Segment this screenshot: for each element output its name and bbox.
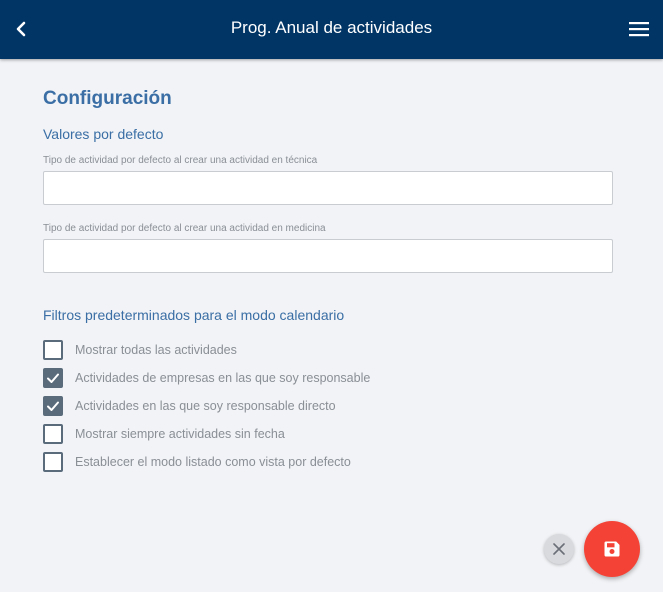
checkbox-label: Actividades de empresas en las que soy r… — [75, 371, 371, 385]
checkmark-icon — [47, 401, 59, 411]
checkbox[interactable] — [43, 396, 63, 416]
page-title: Prog. Anual de actividades — [230, 18, 433, 37]
app-header: Prog. Anual de actividades — [0, 0, 663, 59]
filter-show-all[interactable]: Mostrar todas las actividades — [43, 340, 613, 360]
cancel-button[interactable] — [544, 534, 574, 564]
checkbox[interactable] — [43, 368, 63, 388]
field-group-medicina: Tipo de actividad por defecto al crear u… — [43, 222, 613, 273]
section-title: Configuración — [43, 88, 172, 109]
save-button[interactable] — [584, 521, 640, 577]
close-icon — [553, 543, 565, 555]
activity-type-tecnica-input[interactable] — [43, 171, 613, 205]
filters-list: Mostrar todas las actividades Actividade… — [43, 340, 613, 472]
activity-type-medicina-input[interactable] — [43, 239, 613, 273]
filter-direct-responsible[interactable]: Actividades en las que soy responsable d… — [43, 396, 613, 416]
checkbox[interactable] — [43, 424, 63, 444]
hamburger-menu-icon — [629, 22, 649, 37]
checkmark-icon — [47, 373, 59, 383]
checkbox[interactable] — [43, 452, 63, 472]
filter-companies-responsible[interactable]: Actividades de empresas en las que soy r… — [43, 368, 613, 388]
checkbox-label: Establecer el modo listado como vista po… — [75, 455, 351, 469]
checkbox[interactable] — [43, 340, 63, 360]
checkbox-label: Actividades en las que soy responsable d… — [75, 399, 336, 413]
field-group-tecnica: Tipo de actividad por defecto al crear u… — [43, 154, 613, 205]
checkbox-label: Mostrar todas las actividades — [75, 343, 237, 357]
field-label-medicina: Tipo de actividad por defecto al crear u… — [43, 223, 326, 234]
checkbox-label: Mostrar siempre actividades sin fecha — [75, 427, 285, 441]
filters-title: Filtros predeterminados para el modo cal… — [43, 307, 345, 323]
filter-list-default-view[interactable]: Establecer el modo listado como vista po… — [43, 452, 613, 472]
filter-show-undated[interactable]: Mostrar siempre actividades sin fecha — [43, 424, 613, 444]
field-label-tecnica: Tipo de actividad por defecto al crear u… — [43, 155, 318, 166]
defaults-title: Valores por defecto — [43, 126, 164, 142]
config-panel: Configuración Valores por defecto Tipo d… — [43, 86, 613, 480]
floppy-disk-icon — [604, 541, 620, 557]
menu-button[interactable] — [627, 17, 651, 41]
